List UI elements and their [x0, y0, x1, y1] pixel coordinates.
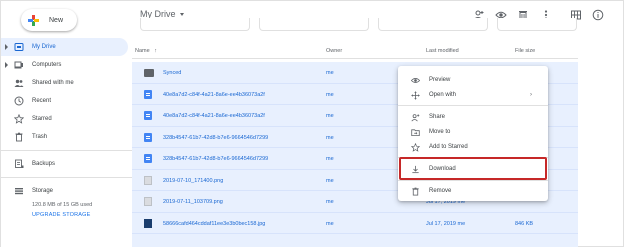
expand-caret-icon[interactable] — [5, 62, 8, 68]
menu-item-preview[interactable]: Preview — [398, 73, 548, 87]
sidebar-item-label: Starred — [32, 116, 52, 122]
chevron-right-icon: › — [530, 92, 532, 98]
file-name: 328b4547-61b7-42d8-b7e6-9664546d7299 — [163, 134, 269, 141]
menu-item-remove[interactable]: Remove — [398, 184, 548, 198]
file-owner: me — [326, 113, 334, 119]
menu-item-move-to[interactable]: Move to — [398, 125, 548, 139]
drive-window: New My Drive Computers Shared with me Re… — [0, 0, 624, 247]
sidebar-nav: My Drive Computers Shared with me Recent… — [1, 38, 132, 218]
file-owner: me — [326, 156, 334, 162]
new-button[interactable]: New — [21, 9, 77, 31]
file-name: 40e8a7d2-c84f-4a21-8a6e-ee4b36073a2f — [163, 113, 265, 119]
file-modified: Jul 17, 2019 me — [426, 220, 466, 227]
file-owner: me — [326, 70, 334, 76]
sidebar-item-backups[interactable]: Backups — [1, 155, 132, 173]
menu-divider — [398, 105, 548, 106]
doc-icon — [144, 89, 152, 99]
sidebar-item-starred[interactable]: Starred — [1, 110, 132, 128]
menu-item-open-with[interactable]: Open with › — [398, 88, 548, 102]
column-last-modified[interactable]: Last modified — [426, 48, 459, 54]
move-to-folder-icon — [411, 129, 420, 137]
sidebar-item-computers[interactable]: Computers — [1, 56, 132, 74]
upgrade-storage-link[interactable]: UPGRADE STORAGE — [1, 212, 132, 218]
trash-icon — [15, 132, 23, 142]
sidebar-item-my-drive[interactable]: My Drive — [1, 38, 128, 56]
column-file-size[interactable]: File size — [515, 48, 535, 54]
menu-item-label: Move to — [429, 129, 451, 135]
photo-icon — [144, 218, 152, 228]
column-name[interactable]: Name ↑ — [135, 48, 157, 54]
add-person-icon — [411, 114, 420, 122]
file-owner: me — [326, 177, 334, 184]
menu-divider — [398, 180, 548, 181]
image-icon — [144, 175, 152, 185]
column-owner[interactable]: Owner — [326, 48, 342, 54]
context-menu: Preview Open with › Share Move to Add to… — [398, 66, 548, 201]
expand-caret-icon[interactable] — [5, 44, 8, 50]
sidebar-item-recent[interactable]: Recent — [1, 92, 132, 110]
move-icon — [411, 91, 420, 100]
sidebar-item-shared-with-me[interactable]: Shared with me — [1, 74, 132, 92]
image-icon — [144, 197, 152, 206]
sidebar-item-label: Trash — [32, 134, 48, 140]
doc-icon — [144, 111, 152, 120]
file-owner: me — [326, 91, 334, 98]
sidebar: New My Drive Computers Shared with me Re… — [1, 1, 132, 247]
clock-icon — [14, 96, 24, 106]
chevron-down-icon — [179, 12, 184, 16]
doc-icon — [144, 154, 152, 163]
table-row[interactable]: 58666cafd464cddaf11ee3e3b0bec158.jpg me … — [132, 213, 578, 234]
computer-icon — [14, 61, 23, 69]
quick-access-card[interactable] — [140, 18, 250, 31]
eye-icon — [411, 78, 420, 83]
sidebar-item-label: Recent — [32, 98, 52, 104]
file-name: Synced — [163, 70, 182, 76]
menu-item-share[interactable]: Share — [398, 110, 548, 124]
file-name: 328b4547-61b7-42d8-b7e6-9664546d7299 — [163, 156, 269, 162]
menu-item-add-to-starred[interactable]: Add to Starred — [398, 140, 548, 154]
menu-item-label: Add to Starred — [429, 144, 468, 150]
menu-item-label: Preview — [429, 77, 451, 83]
sidebar-item-storage[interactable]: Storage — [1, 182, 132, 200]
people-icon — [14, 79, 24, 87]
quick-access-strip — [132, 18, 612, 32]
file-owner: me — [326, 220, 334, 227]
new-button-label: New — [49, 16, 64, 24]
sidebar-item-label: Storage — [32, 188, 54, 194]
file-owner: me — [326, 134, 334, 141]
sidebar-divider — [1, 150, 132, 151]
file-name: 40e8a7d2-c84f-4a21-8a6e-ee4b36073a2f — [163, 91, 265, 98]
sidebar-item-label: Computers — [32, 62, 62, 68]
plus-icon — [28, 14, 39, 26]
file-owner: me — [326, 199, 334, 205]
storage-icon — [15, 188, 23, 195]
sidebar-divider — [1, 177, 132, 178]
doc-icon — [144, 132, 152, 142]
file-name: 58666cafd464cddaf11ee3e3b0bec158.jpg — [163, 220, 266, 227]
backup-icon — [15, 159, 24, 168]
quick-access-card[interactable] — [259, 18, 369, 31]
column-name-label: Name — [135, 48, 150, 54]
folder-icon — [144, 69, 154, 77]
sort-arrow-icon: ↑ — [154, 48, 157, 54]
file-list-header: Name ↑ Owner Last modified File size — [132, 43, 578, 59]
drive-icon — [14, 43, 24, 51]
sidebar-item-label: Shared with me — [32, 80, 74, 86]
sidebar-item-label: My Drive — [32, 44, 56, 50]
star-icon — [14, 114, 24, 124]
menu-item-label: Open with — [429, 92, 457, 98]
quick-access-card[interactable] — [378, 18, 488, 31]
star-icon — [411, 143, 420, 152]
menu-item-label: Share — [429, 114, 446, 120]
trash-icon — [412, 187, 419, 196]
sidebar-item-trash[interactable]: Trash — [1, 128, 132, 146]
file-name: 2019-07-10_171400.png — [163, 177, 224, 184]
file-name: 2019-07-11_103709.png — [163, 199, 223, 205]
menu-item-label: Remove — [429, 188, 452, 194]
download-highlight-box — [399, 157, 547, 180]
storage-used-text: 120.8 MB of 15 GB used — [32, 202, 93, 208]
file-size: 846 KB — [515, 220, 534, 227]
quick-access-card[interactable] — [497, 18, 577, 31]
sidebar-item-label: Backups — [32, 161, 56, 167]
